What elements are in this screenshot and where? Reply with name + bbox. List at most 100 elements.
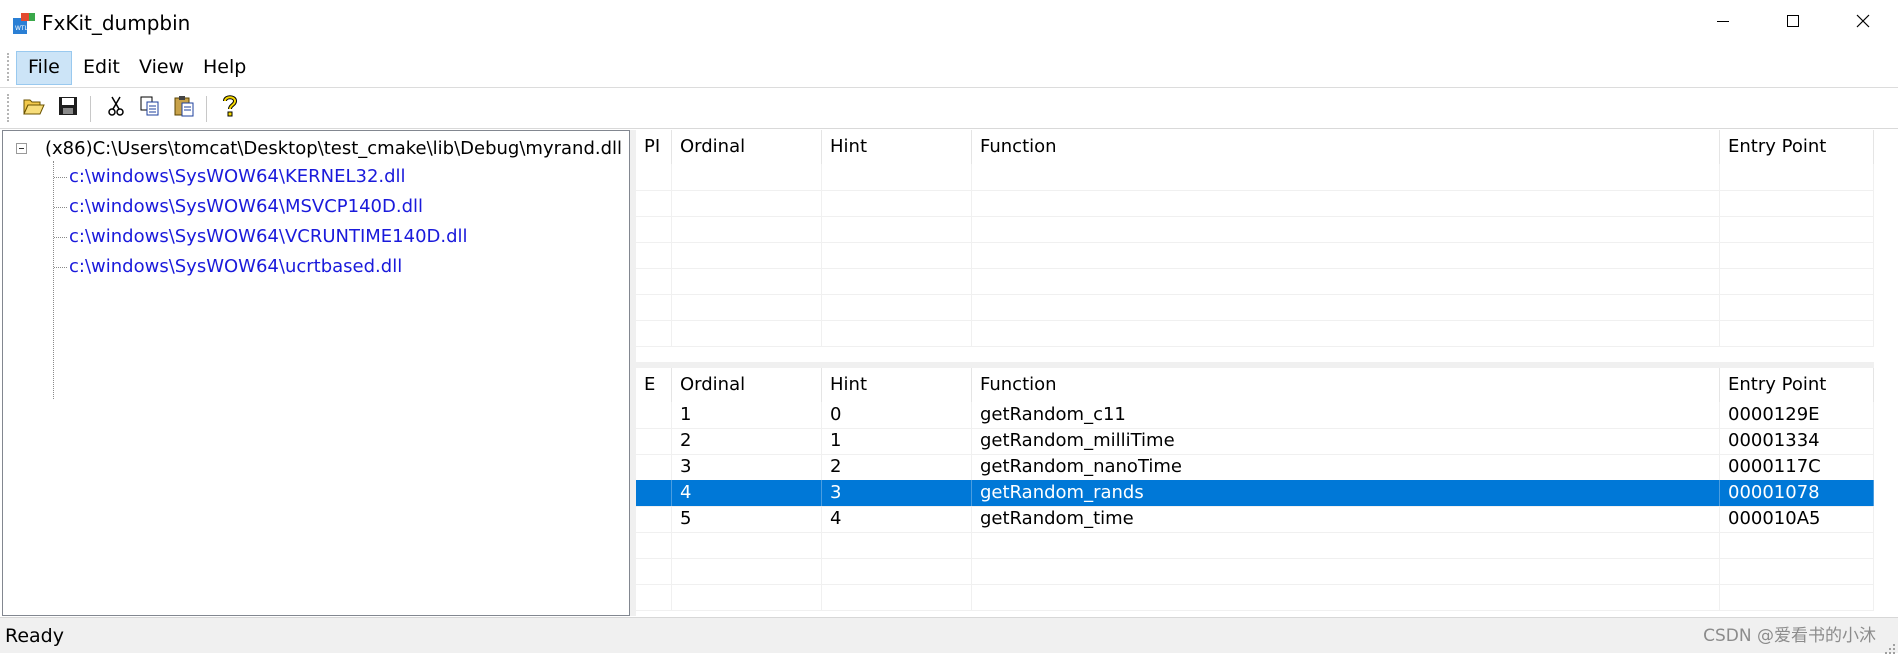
cell-entry-point	[1720, 584, 1874, 610]
copy-button[interactable]	[136, 94, 164, 122]
menu-file[interactable]: File	[16, 51, 72, 85]
cell-function	[972, 268, 1720, 294]
cell-entry-point	[1720, 164, 1874, 190]
cell-e	[636, 532, 672, 558]
table-row[interactable]: 3 2 getRandom_nanoTime 0000117C	[636, 454, 1874, 481]
tree-node-kernel32[interactable]: c:\windows\SysWOW64\KERNEL32.dll	[69, 165, 406, 189]
watermark-text: CSDN @爱看书的小沐	[1703, 626, 1876, 646]
cell-e	[636, 506, 672, 532]
empty-row	[636, 190, 1874, 217]
toolbar-grip[interactable]	[7, 94, 12, 122]
cell-function	[972, 558, 1720, 584]
column-header-ordinal[interactable]: Ordinal	[672, 130, 822, 164]
empty-row	[636, 242, 1874, 269]
column-header-function[interactable]: Function	[972, 130, 1720, 164]
empty-row	[636, 294, 1874, 321]
cell-entry-point: 0000129E	[1720, 402, 1874, 428]
minimize-button[interactable]	[1688, 0, 1758, 46]
tree-root-node[interactable]: (x86)C:\Users\tomcat\Desktop\test_cmake\…	[45, 137, 622, 161]
cell-hint	[822, 164, 972, 190]
help-button[interactable]	[216, 94, 244, 122]
title-bar[interactable]: WTL FxKit_dumpbin	[0, 0, 1898, 46]
cell-ordinal	[672, 584, 822, 610]
save-icon	[57, 95, 79, 122]
cell-entry-point	[1720, 216, 1874, 242]
column-header-hint[interactable]: Hint	[822, 130, 972, 164]
cell-function	[972, 164, 1720, 190]
toolbar-separator	[90, 96, 91, 122]
maximize-button[interactable]	[1758, 0, 1828, 46]
empty-row	[636, 584, 1874, 611]
cell-function	[972, 190, 1720, 216]
cell-hint: 4	[822, 506, 972, 532]
cell-hint: 0	[822, 402, 972, 428]
paste-button[interactable]	[170, 94, 198, 122]
status-text: Ready	[5, 625, 64, 647]
cell-ordinal: 2	[672, 428, 822, 454]
cell-hint	[822, 320, 972, 346]
minimize-icon	[1715, 13, 1731, 34]
cell-e	[636, 454, 672, 480]
cell-hint	[822, 558, 972, 584]
table-row[interactable]: 2 1 getRandom_milliTime 00001334	[636, 428, 1874, 455]
column-header-e[interactable]: E	[636, 368, 672, 402]
exports-list[interactable]: E Ordinal Hint Function Entry Point 1 0 ge…	[636, 368, 1898, 616]
resize-grip-icon[interactable]	[1884, 639, 1896, 654]
cell-e	[636, 402, 672, 428]
cell-entry-point	[1720, 320, 1874, 346]
tree-node-msvcp140d[interactable]: c:\windows\SysWOW64\MSVCP140D.dll	[69, 195, 423, 219]
empty-row	[636, 320, 1874, 347]
close-button[interactable]	[1828, 0, 1898, 46]
column-header-ordinal[interactable]: Ordinal	[672, 368, 822, 402]
table-row[interactable]: 1 0 getRandom_c11 0000129E	[636, 402, 1874, 429]
cut-button[interactable]	[102, 94, 130, 122]
cell-e	[636, 190, 672, 216]
tree-node-vcruntime140d[interactable]: c:\windows\SysWOW64\VCRUNTIME140D.dll	[69, 225, 468, 249]
paste-icon	[173, 95, 195, 122]
cell-hint: 3	[822, 480, 972, 506]
cell-hint	[822, 190, 972, 216]
open-button[interactable]	[20, 94, 48, 122]
cell-entry-point: 00001078	[1720, 480, 1874, 506]
tree-connector	[54, 207, 67, 208]
cell-function: getRandom_nanoTime	[972, 454, 1720, 480]
imports-list[interactable]: PI Ordinal Hint Function Entry Point	[636, 130, 1898, 362]
cell-e	[636, 480, 672, 506]
collapse-toggle-icon[interactable]	[16, 143, 27, 154]
cell-e	[636, 320, 672, 346]
cell-e	[636, 242, 672, 268]
column-header-function[interactable]: Function	[972, 368, 1720, 402]
cell-e	[636, 428, 672, 454]
menu-view[interactable]: View	[128, 51, 195, 83]
menubar-grip[interactable]	[7, 53, 12, 81]
tree-connector	[53, 161, 54, 399]
table-row[interactable]: 5 4 getRandom_time 000010A5	[636, 506, 1874, 533]
empty-row	[636, 164, 1874, 191]
cell-ordinal	[672, 216, 822, 242]
cell-ordinal	[672, 242, 822, 268]
maximize-icon	[1785, 13, 1801, 34]
cell-function	[972, 294, 1720, 320]
cell-hint	[822, 268, 972, 294]
cell-entry-point	[1720, 242, 1874, 268]
cell-entry-point	[1720, 558, 1874, 584]
tree-connector	[54, 237, 67, 238]
table-row[interactable]: 4 3 getRandom_rands 00001078	[636, 480, 1874, 507]
column-header-entry-point[interactable]: Entry Point	[1720, 368, 1874, 402]
cell-entry-point	[1720, 532, 1874, 558]
save-button[interactable]	[54, 94, 82, 122]
toolbar-separator	[206, 96, 207, 122]
column-header-hint[interactable]: Hint	[822, 368, 972, 402]
empty-row	[636, 216, 1874, 243]
open-folder-icon	[22, 95, 46, 122]
cell-ordinal	[672, 320, 822, 346]
cell-ordinal: 1	[672, 402, 822, 428]
tree-node-ucrtbased[interactable]: c:\windows\SysWOW64\ucrtbased.dll	[69, 255, 402, 279]
dependency-tree[interactable]: (x86)C:\Users\tomcat\Desktop\test_cmake\…	[2, 130, 630, 616]
cell-function: getRandom_milliTime	[972, 428, 1720, 454]
column-header-pi[interactable]: PI	[636, 130, 672, 164]
menu-help[interactable]: Help	[192, 51, 257, 83]
column-header-entry-point[interactable]: Entry Point	[1720, 130, 1874, 164]
cell-ordinal	[672, 532, 822, 558]
menu-edit[interactable]: Edit	[72, 51, 131, 83]
